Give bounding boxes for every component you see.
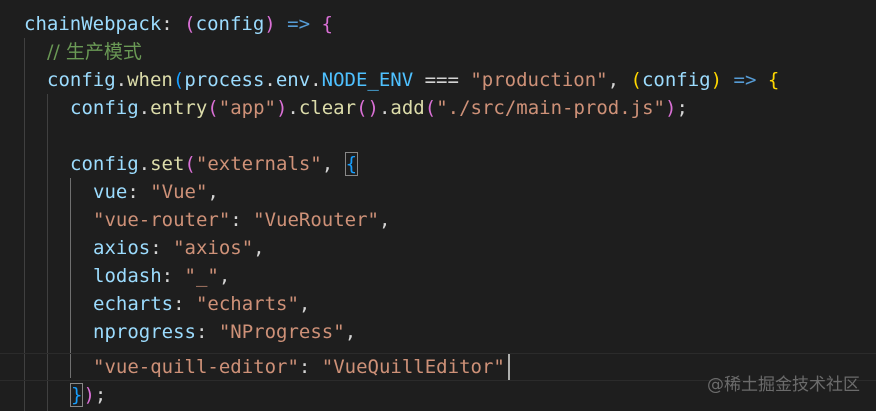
- code-token: (: [172, 69, 185, 91]
- code-token: }: [70, 383, 84, 407]
- code-token: {: [344, 152, 359, 176]
- code-token: :: [230, 209, 254, 231]
- code-token: (: [424, 97, 437, 119]
- code-token: (: [184, 153, 196, 175]
- code-line-7[interactable]: vue: "Vue",: [93, 178, 219, 206]
- code-token: "vue-router": [93, 209, 231, 231]
- code-token: (: [630, 69, 642, 91]
- code-token: ,: [321, 153, 345, 175]
- code-token: .: [264, 69, 276, 91]
- code-token: ): [664, 97, 677, 119]
- code-line-10[interactable]: lodash: "_",: [93, 262, 230, 290]
- code-line-1[interactable]: chainWebpack: (config) => {: [24, 10, 333, 38]
- code-token: add: [390, 97, 425, 119]
- code-token: env: [275, 69, 311, 91]
- code-token: ): [275, 97, 288, 119]
- code-token: "vue-quill-editor": [93, 356, 299, 378]
- code-token: config: [195, 13, 265, 35]
- code-token: =>: [733, 69, 757, 91]
- code-token: .: [287, 97, 299, 119]
- code-token: (: [207, 97, 219, 119]
- code-line-14[interactable]: });: [70, 381, 106, 409]
- code-token: ,: [298, 293, 311, 315]
- code-token: :: [195, 321, 219, 343]
- code-token: "./src/main-prod.js": [436, 97, 665, 119]
- code-token: .: [310, 69, 322, 91]
- code-token: ===: [413, 69, 471, 91]
- code-token: config: [641, 69, 711, 91]
- code-token: "echarts": [195, 293, 299, 315]
- code-line-2[interactable]: // 生产模式: [47, 38, 142, 66]
- code-token: ,: [218, 265, 231, 287]
- watermark: @稀土掘金技术社区: [707, 375, 860, 395]
- code-line-11[interactable]: echarts: "echarts",: [93, 290, 310, 318]
- code-token: nprogress: [93, 321, 196, 343]
- code-token: NODE_ENV: [321, 69, 414, 91]
- indent-guide-active: [70, 178, 71, 378]
- code-token: .: [138, 153, 151, 175]
- code-token: ;: [676, 97, 688, 119]
- text-cursor: [508, 354, 510, 380]
- code-token: ,: [253, 237, 265, 259]
- code-token: :: [150, 237, 174, 259]
- code-token: =>: [287, 13, 311, 35]
- code-token: .: [138, 97, 151, 119]
- code-token: config: [70, 97, 139, 119]
- code-token: "Vue": [150, 181, 208, 203]
- code-line-8[interactable]: "vue-router": "VueRouter",: [93, 206, 390, 234]
- code-token: ,: [207, 181, 219, 203]
- code-token: entry: [150, 97, 208, 119]
- code-token: vue: [93, 181, 128, 203]
- code-token: axios: [93, 237, 151, 259]
- code-token: :: [161, 13, 185, 35]
- code-token: ,: [607, 69, 631, 91]
- code-token: process: [184, 69, 265, 91]
- code-token: chainWebpack: [24, 13, 162, 35]
- code-token: .: [378, 97, 391, 119]
- code-token: .: [115, 69, 128, 91]
- code-token: ,: [344, 321, 357, 343]
- code-line-4[interactable]: config.entry("app").clear().add("./src/m…: [70, 94, 688, 122]
- code-token: lodash: [93, 265, 162, 287]
- code-token: ): [83, 384, 95, 406]
- code-token: ): [367, 97, 379, 119]
- code-token: ,: [379, 209, 391, 231]
- code-token: when: [127, 69, 173, 91]
- code-token: set: [150, 153, 185, 175]
- code-token: config: [47, 69, 116, 91]
- code-token: :: [127, 181, 151, 203]
- code-line-6[interactable]: config.set("externals", {: [70, 150, 359, 178]
- code-token: "externals": [195, 153, 322, 175]
- code-token: "VueQuillEditor": [321, 356, 505, 378]
- code-token: clear: [298, 97, 357, 119]
- code-token: ): [710, 69, 723, 91]
- code-token: (: [356, 97, 368, 119]
- code-line-9[interactable]: axios: "axios",: [93, 234, 265, 262]
- code-token: "axios": [173, 237, 254, 259]
- code-token: "VueRouter": [253, 209, 380, 231]
- code-token: :: [298, 356, 322, 378]
- code-token: "NProgress": [218, 321, 345, 343]
- code-line-12[interactable]: nprogress: "NProgress",: [93, 318, 356, 346]
- code-token: {: [321, 13, 333, 35]
- code-editor[interactable]: chainWebpack: (config) => { // 生产模式 conf…: [0, 0, 876, 411]
- code-line-3[interactable]: config.when(process.env.NODE_ENV === "pr…: [47, 66, 779, 94]
- code-token: "_": [184, 265, 219, 287]
- code-token: {: [767, 69, 780, 91]
- code-token: config: [70, 153, 139, 175]
- code-token: :: [161, 265, 185, 287]
- code-token: // 生产模式: [47, 41, 142, 63]
- code-token: "production": [470, 69, 608, 91]
- code-token: :: [173, 293, 196, 315]
- code-line-13[interactable]: "vue-quill-editor": "VueQuillEditor": [93, 353, 505, 381]
- code-token: ;: [94, 384, 107, 406]
- code-token: "app": [218, 97, 276, 119]
- code-token: echarts: [93, 293, 174, 315]
- code-token: ): [264, 13, 276, 35]
- code-token: (: [184, 13, 196, 35]
